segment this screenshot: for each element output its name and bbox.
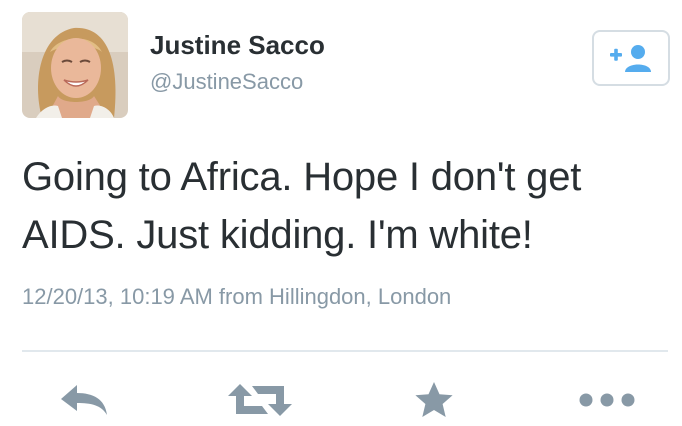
retweet-icon — [228, 384, 292, 416]
avatar[interactable] — [22, 12, 128, 118]
tweet-text: Going to Africa. Hope I don't get AIDS. … — [22, 155, 582, 257]
follow-icon — [610, 45, 651, 72]
star-icon — [415, 382, 453, 417]
tweet-card: Justine Sacco @JustineSacco Going to Afr… — [0, 0, 682, 426]
reply-button[interactable] — [52, 378, 116, 422]
display-name[interactable]: Justine Sacco — [150, 30, 325, 61]
more-icon — [579, 393, 635, 407]
follow-button[interactable] — [592, 30, 670, 86]
more-button[interactable] — [574, 378, 640, 422]
user-handle[interactable]: @JustineSacco — [150, 69, 303, 95]
favorite-button[interactable] — [406, 378, 462, 422]
reply-icon — [61, 385, 107, 415]
tweet-timestamp[interactable]: 12/20/13, 10:19 AM from Hillingdon, Lond… — [22, 284, 451, 310]
retweet-button[interactable] — [224, 378, 296, 422]
divider — [22, 350, 668, 352]
profile-photo-icon — [22, 12, 128, 118]
